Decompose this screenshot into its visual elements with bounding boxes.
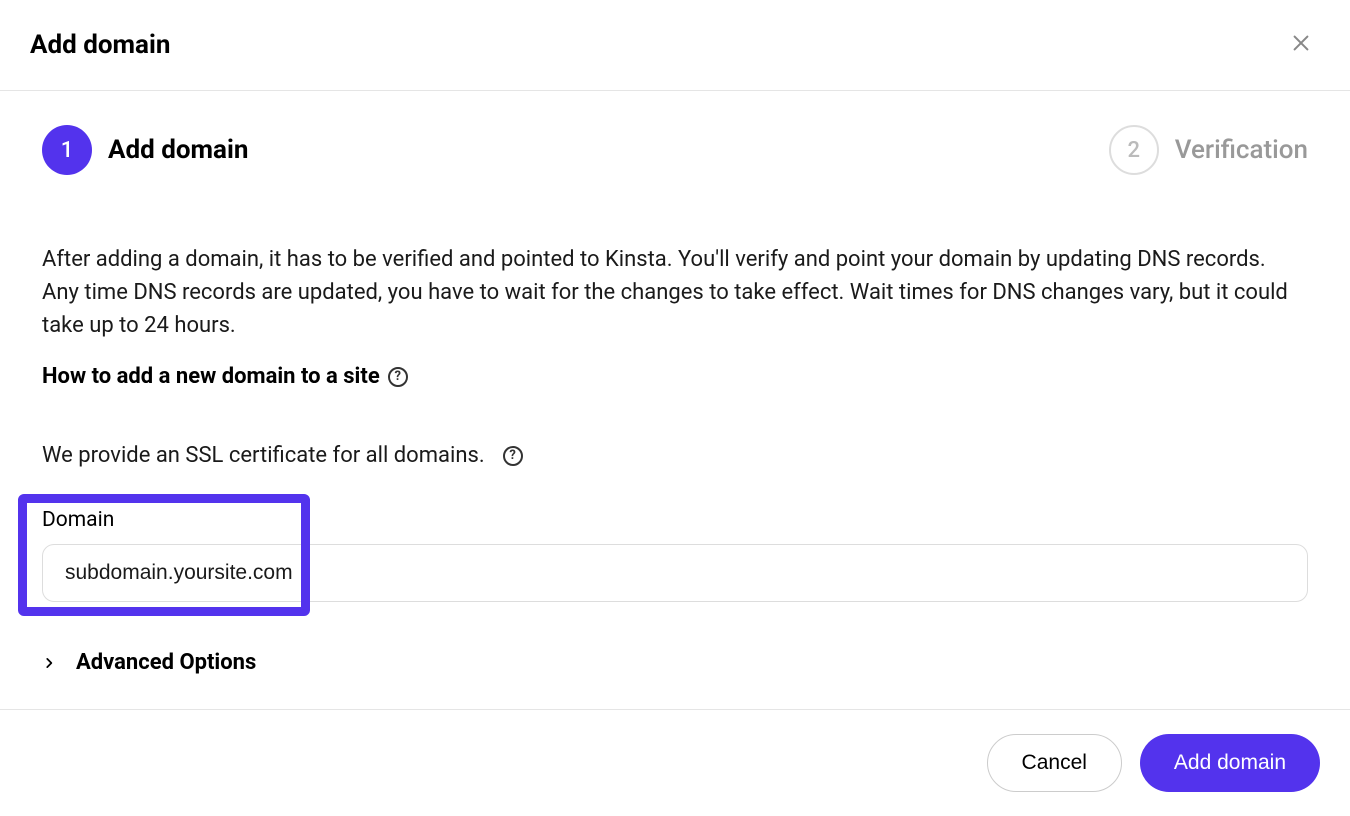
modal-content: 1 Add domain 2 Verification After adding… [0, 91, 1350, 675]
close-icon [1290, 32, 1312, 54]
domain-field-wrap: Domain [42, 508, 1308, 602]
add-domain-button[interactable]: Add domain [1140, 734, 1320, 792]
step-1-label: Add domain [108, 135, 248, 165]
help-icon[interactable]: ? [503, 446, 523, 466]
step-2-label: Verification [1175, 135, 1308, 165]
cancel-button[interactable]: Cancel [987, 734, 1122, 792]
advanced-options-toggle[interactable]: Advanced Options [42, 650, 1308, 675]
modal-footer: Cancel Add domain [0, 709, 1350, 816]
stepper: 1 Add domain 2 Verification [42, 125, 1308, 175]
step-verification: 2 Verification [1109, 125, 1308, 175]
step-add-domain: 1 Add domain [42, 125, 248, 175]
close-button[interactable] [1282, 28, 1320, 62]
step-2-circle: 2 [1109, 125, 1159, 175]
ssl-text: We provide an SSL certificate for all do… [42, 443, 485, 468]
advanced-options-label: Advanced Options [76, 650, 256, 675]
modal-header: Add domain [0, 0, 1350, 91]
ssl-info-row: We provide an SSL certificate for all do… [42, 443, 1308, 468]
modal-title: Add domain [30, 30, 170, 60]
help-link-text: How to add a new domain to a site [42, 364, 380, 389]
help-link-row[interactable]: How to add a new domain to a site ? [42, 364, 1308, 389]
domain-label: Domain [42, 508, 1308, 532]
chevron-right-icon [42, 651, 56, 675]
help-icon: ? [388, 367, 408, 387]
step-1-circle: 1 [42, 125, 92, 175]
instruction-text: After adding a domain, it has to be veri… [42, 243, 1308, 342]
domain-input[interactable] [42, 544, 1308, 602]
